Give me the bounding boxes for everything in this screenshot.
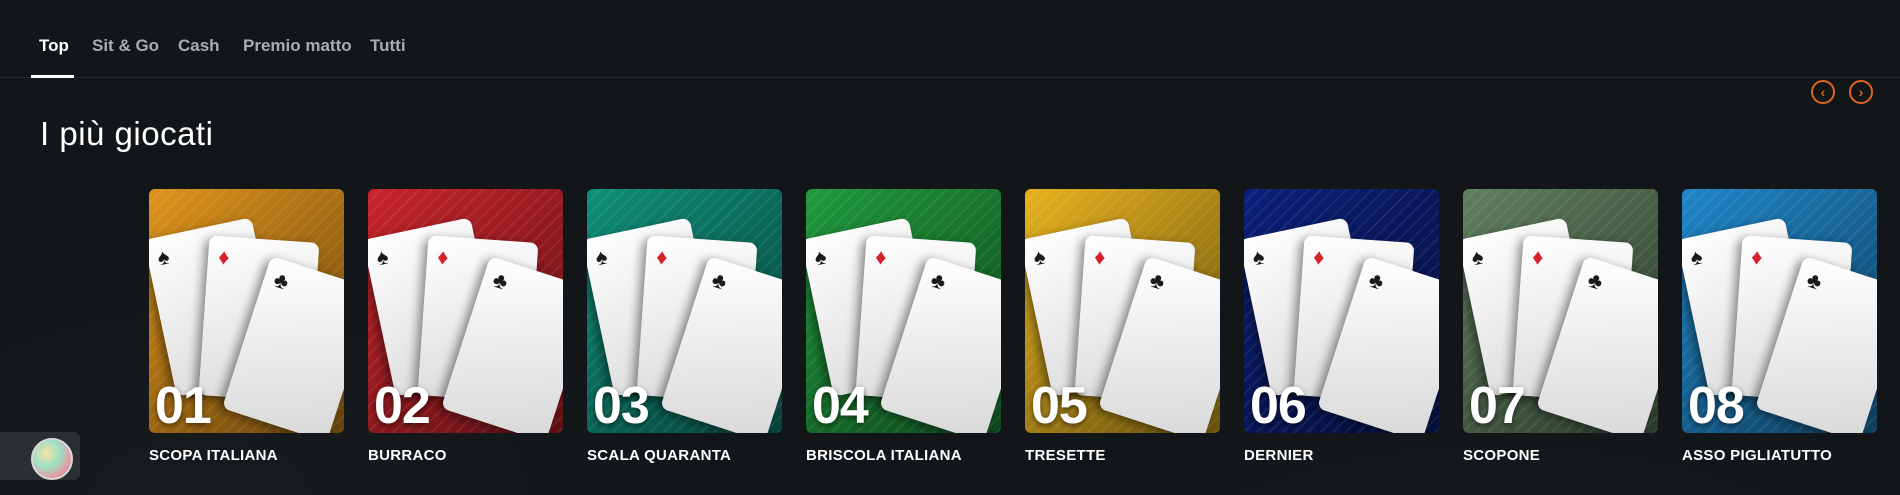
- card-suit-icon: ♦: [1750, 244, 1764, 270]
- game-title: TRESETTE: [1025, 447, 1106, 464]
- game-title: BRISCOLA ITALIANA: [806, 447, 962, 464]
- card-suit-icon: ♦: [1093, 244, 1107, 270]
- card-suit-icon: ♣: [1584, 266, 1607, 295]
- tab-tutti[interactable]: Tutti: [370, 36, 406, 56]
- chevron-right-icon: ›: [1858, 84, 1864, 100]
- card-suit-icon: ♠: [155, 243, 172, 271]
- game-card[interactable]: ♠ ♦ ♣ 01 SCOPA ITALIANA: [149, 189, 344, 464]
- card-suit-icon: ♣: [1146, 266, 1169, 295]
- card-suit-icon: ♦: [655, 244, 669, 270]
- card-suit-icon: ♦: [436, 244, 450, 270]
- tab-premio-matto[interactable]: Premio matto: [243, 36, 352, 56]
- card-suit-icon: ♠: [1469, 243, 1486, 271]
- game-thumbnail: ♠ ♦ ♣ 07: [1463, 189, 1658, 433]
- card-suit-icon: ♠: [374, 243, 391, 271]
- game-thumbnail: ♠ ♦ ♣ 03: [587, 189, 782, 433]
- card-suit-icon: ♠: [1031, 243, 1048, 271]
- card-suit-icon: ♣: [1803, 266, 1826, 295]
- carousel-next-button[interactable]: ›: [1849, 80, 1873, 104]
- card-suit-icon: ♦: [874, 244, 888, 270]
- card-suit-icon: ♣: [1365, 266, 1388, 295]
- game-title: SCOPA ITALIANA: [149, 447, 278, 464]
- game-title: ASSO PIGLIATUTTO: [1682, 447, 1833, 464]
- card-suit-icon: ♦: [1312, 244, 1326, 270]
- game-rank: 04: [812, 377, 869, 433]
- active-tab-indicator: [31, 75, 74, 78]
- card-suit-icon: ♣: [708, 266, 731, 295]
- game-card[interactable]: ♠ ♦ ♣ 02 BURRACO: [368, 189, 563, 464]
- card-suit-icon: ♣: [270, 266, 293, 295]
- chat-orb-icon[interactable]: [31, 438, 73, 480]
- carousel-prev-button[interactable]: ‹: [1811, 80, 1835, 104]
- game-title: SCALA QUARANTA: [587, 447, 732, 464]
- card-suit-icon: ♠: [812, 243, 829, 271]
- game-title: DERNIER: [1244, 447, 1314, 464]
- card-suit-icon: ♠: [1688, 243, 1705, 271]
- game-title: SCOPONE: [1463, 447, 1541, 464]
- card-suit-icon: ♣: [927, 266, 950, 295]
- game-card[interactable]: ♠ ♦ ♣ 04 BRISCOLA ITALIANA: [806, 189, 1001, 464]
- game-rank: 08: [1688, 377, 1745, 433]
- game-card[interactable]: ♠ ♦ ♣ 07 SCOPONE: [1463, 189, 1658, 464]
- category-tabs: Top Sit & Go Cash Premio matto Tutti: [0, 0, 1900, 78]
- game-thumbnail: ♠ ♦ ♣ 01: [149, 189, 344, 433]
- tab-sit-and-go[interactable]: Sit & Go: [92, 36, 159, 56]
- game-rank: 05: [1031, 377, 1088, 433]
- card-suit-icon: ♦: [1531, 244, 1545, 270]
- game-rank: 07: [1469, 377, 1526, 433]
- game-rank: 02: [374, 377, 431, 433]
- game-rank: 01: [155, 377, 212, 433]
- tab-top[interactable]: Top: [39, 36, 69, 56]
- game-card[interactable]: ♠ ♦ ♣ 05 TRESETTE: [1025, 189, 1220, 464]
- tab-cash[interactable]: Cash: [178, 36, 220, 56]
- game-title: BURRACO: [368, 447, 447, 464]
- card-suit-icon: ♦: [217, 244, 231, 270]
- game-thumbnail: ♠ ♦ ♣ 02: [368, 189, 563, 433]
- card-suit-icon: ♣: [489, 266, 512, 295]
- game-thumbnail: ♠ ♦ ♣ 05: [1025, 189, 1220, 433]
- chevron-left-icon: ‹: [1820, 84, 1826, 100]
- game-card[interactable]: ♠ ♦ ♣ 06 DERNIER: [1244, 189, 1439, 464]
- game-thumbnail: ♠ ♦ ♣ 04: [806, 189, 1001, 433]
- game-card[interactable]: ♠ ♦ ♣ 03 SCALA QUARANTA: [587, 189, 782, 464]
- game-thumbnail: ♠ ♦ ♣ 08: [1682, 189, 1877, 433]
- game-thumbnail: ♠ ♦ ♣ 06: [1244, 189, 1439, 433]
- card-suit-icon: ♠: [1250, 243, 1267, 271]
- section-title: I più giocati: [40, 115, 214, 152]
- game-rank: 06: [1250, 377, 1307, 433]
- game-card[interactable]: ♠ ♦ ♣ 08 ASSO PIGLIATUTTO: [1682, 189, 1877, 464]
- game-rank: 03: [593, 377, 650, 433]
- card-suit-icon: ♠: [593, 243, 610, 271]
